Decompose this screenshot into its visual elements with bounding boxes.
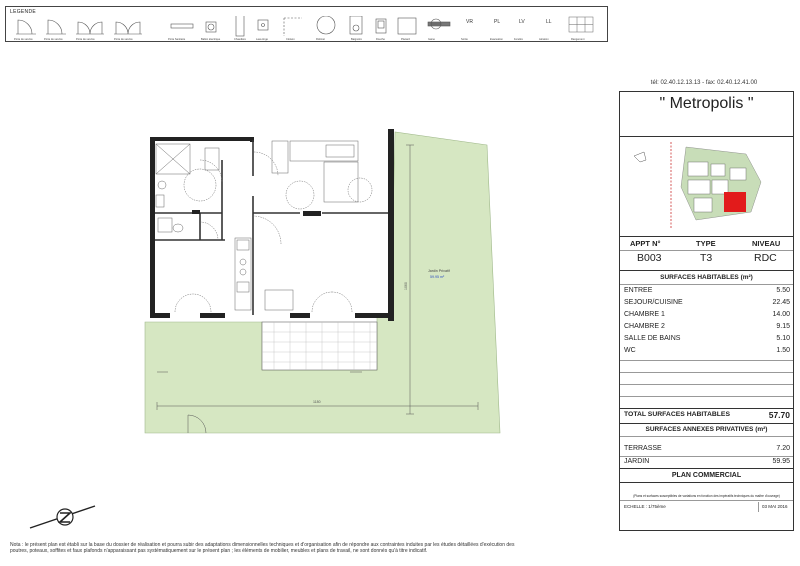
terrace [261,321,378,371]
header-appt-number: APPT N° [630,239,661,248]
total-habitable-value: 57.70 [768,410,790,420]
info-panel: " Metropolis " APPT N° TYPE NIVEAU B003 … [619,91,794,531]
garden-area: 59.95 m² [430,275,445,279]
surface-row: CHAMBRE 1 14.00 [624,311,790,318]
north-arrow-icon [29,505,96,529]
legal-note: Nota : le présent plan est établi sur la… [10,542,515,555]
wall-stub [192,210,200,214]
dimension-horizontal: 1180 [313,400,321,404]
project-name: " Metropolis " [659,95,754,112]
date-label: 03 MAI 2016 [762,504,788,509]
header-type: TYPE [696,239,716,248]
floor-plan: 1180 1060 Jardin Privatif 59.95 m² [29,129,501,529]
apartment-type: T3 [700,252,713,264]
garden-label: Jardin Privatif [428,269,450,273]
surface-row: SEJOUR/CUISINE 22.45 [624,299,790,306]
annex-row: JARDIN 59.95 [624,458,790,465]
contact-line: tél: 02.40.12.13.13 - fax: 02.40.12.41.0… [650,80,758,86]
plan-title: PLAN COMMERCIAL [671,472,742,479]
total-habitable-label: TOTAL SURFACES HABITABLES [624,411,730,418]
surface-row: ENTREE 5.50 [624,287,790,294]
total-habitable-row: TOTAL SURFACES HABITABLES 57.70 [624,410,790,422]
header-level: NIVEAU [752,239,781,248]
location-map [626,142,786,228]
scale-label: ECHELLE : 1/75ème [624,504,666,509]
surface-row: CHAMBRE 2 9.15 [624,323,790,330]
habitable-section-title: SURFACES HABITABLES (m²) [660,274,753,281]
apartment-number: B003 [637,252,662,264]
surface-row: SALLE DE BAINS 5.10 [624,335,790,342]
disclaimer: (Plans et surfaces susceptibles de varia… [633,494,780,498]
apartment-floor [152,139,390,316]
apartment-location-marker [724,192,746,212]
annex-row: TERRASSE 7.20 [624,445,790,452]
divider [758,502,759,512]
dimension-vertical: 1060 [404,282,408,290]
surface-row: WC 1.50 [624,347,790,354]
wall-opening [303,211,321,216]
apartment-level: RDC [754,252,777,264]
annexes-section-title: SURFACES ANNEXES PRIVATIVES (m²) [645,426,768,433]
